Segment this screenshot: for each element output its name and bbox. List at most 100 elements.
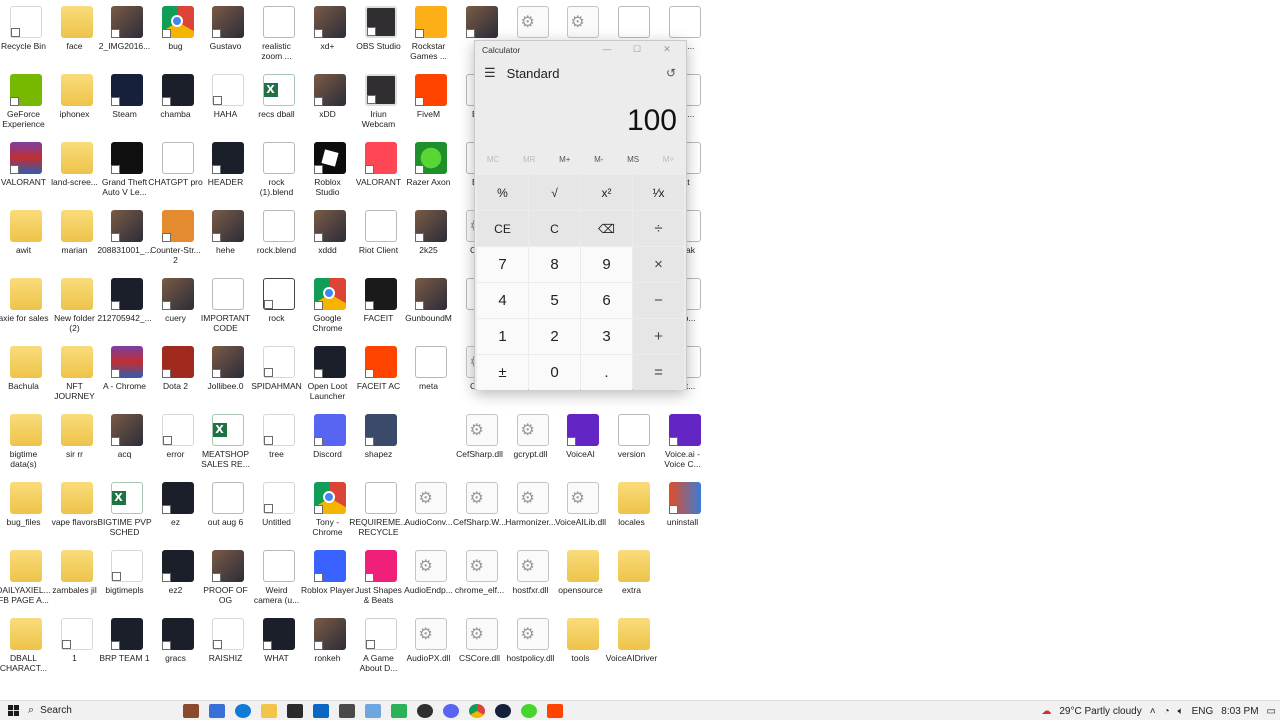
- desktop-icon[interactable]: REQUIREME... RECYCLE: [349, 478, 408, 544]
- desktop-icon[interactable]: recs dball: [253, 70, 304, 136]
- memory-button[interactable]: M+: [559, 155, 570, 164]
- desktop-icon[interactable]: VALORANT: [355, 138, 406, 204]
- calc-key[interactable]: 6: [581, 283, 632, 318]
- desktop-icon[interactable]: AudioPX.dll: [405, 614, 456, 680]
- desktop-icon[interactable]: hostfxr.dll: [507, 546, 558, 612]
- desktop-icon[interactable]: Iriun Webcam: [355, 70, 406, 136]
- calc-key[interactable]: 3: [581, 319, 632, 354]
- desktop-icon[interactable]: Jollibee.0: [202, 342, 253, 408]
- desktop-icon[interactable]: ez: [152, 478, 203, 544]
- desktop-icon[interactable]: CefSharp.W...: [453, 478, 507, 544]
- desktop-icon[interactable]: Gustavo: [202, 2, 253, 68]
- desktop-icon[interactable]: Harmonizer...: [505, 478, 558, 544]
- desktop-icon[interactable]: gcrypt.dll: [507, 410, 558, 476]
- calc-key[interactable]: +: [633, 319, 684, 354]
- chrome-icon[interactable]: [469, 703, 485, 718]
- desktop-icon[interactable]: DBALL CHARACT...: [0, 614, 51, 680]
- store-icon[interactable]: [287, 703, 303, 718]
- desktop-icon[interactable]: PROOF OF OG: [202, 546, 253, 612]
- desktop-icon[interactable]: xd+: [304, 2, 355, 68]
- calc-key[interactable]: ×: [633, 247, 684, 282]
- desktop-icon[interactable]: Recycle Bin: [0, 2, 51, 68]
- start-button[interactable]: [4, 701, 22, 721]
- notification-icon[interactable]: ▭: [1267, 706, 1276, 717]
- desktop-icon[interactable]: acq: [101, 410, 152, 476]
- desktop-icon[interactable]: VoiceAI: [557, 410, 608, 476]
- desktop-icon[interactable]: tree: [253, 410, 304, 476]
- desktop-icon[interactable]: rock (1).blend: [253, 138, 304, 204]
- weather-text[interactable]: 29°C Partly cloudy: [1059, 706, 1141, 717]
- obs-icon[interactable]: [417, 703, 433, 718]
- desktop-icon[interactable]: extra: [608, 546, 659, 612]
- calc-key[interactable]: −: [633, 283, 684, 318]
- calc-key[interactable]: CE: [477, 211, 528, 246]
- desktop-icon[interactable]: Riot Client: [355, 206, 406, 272]
- desktop-icon[interactable]: uninstall: [659, 478, 710, 544]
- desktop-icon[interactable]: rock.blend: [253, 206, 304, 272]
- desktop-icon[interactable]: Tony - Chrome: [304, 478, 355, 544]
- desktop-icon[interactable]: HEADER: [202, 138, 253, 204]
- taskbar-search[interactable]: ⌕ Search: [28, 701, 178, 721]
- desktop-icon[interactable]: AudioConv...: [404, 478, 456, 544]
- desktop-icon[interactable]: 208831001_...: [97, 206, 152, 272]
- calc-key[interactable]: 2: [529, 319, 580, 354]
- calculator-titlebar[interactable]: Calculator — ☐ ✕: [475, 41, 686, 58]
- desktop-icon[interactable]: locales: [608, 478, 659, 544]
- desktop-icon[interactable]: Discord: [304, 410, 355, 476]
- clock[interactable]: 8:03 PM: [1221, 706, 1258, 717]
- calc-key[interactable]: =: [633, 355, 684, 390]
- fivem-icon[interactable]: [547, 703, 563, 718]
- calc-key[interactable]: x²: [581, 175, 632, 210]
- history-icon[interactable]: ↺: [666, 66, 676, 80]
- memory-button[interactable]: MS: [627, 155, 639, 164]
- calc-key[interactable]: 8: [529, 247, 580, 282]
- desktop-icon[interactable]: IMPORTANT CODE: [201, 274, 253, 340]
- desktop-icon[interactable]: out aug 6: [202, 478, 253, 544]
- razer-icon[interactable]: [521, 703, 537, 718]
- desktop-icon[interactable]: ronkeh: [304, 614, 355, 680]
- desktop-icon[interactable]: awit: [0, 206, 51, 272]
- desktop-icon[interactable]: Grand Theft Auto V Le...: [101, 138, 152, 204]
- desktop-icon[interactable]: tools: [557, 614, 608, 680]
- desktop-icon[interactable]: Voice.ai - Voice C...: [659, 410, 710, 476]
- taskbar-app-icon[interactable]: [183, 703, 199, 718]
- desktop-icon[interactable]: Untitled: [253, 478, 304, 544]
- desktop-icon[interactable]: FACEIT AC: [355, 342, 406, 408]
- memory-button[interactable]: MC: [487, 155, 499, 164]
- desktop-icon[interactable]: Google Chrome: [304, 274, 355, 340]
- desktop-icon[interactable]: VALORANT: [0, 138, 51, 204]
- desktop-icon[interactable]: CHATGPT pro: [148, 138, 203, 204]
- desktop-icon[interactable]: chrome_elf...: [455, 546, 507, 612]
- desktop-icon[interactable]: VoiceAIDriver: [606, 614, 659, 680]
- calc-key[interactable]: ÷: [633, 211, 684, 246]
- desktop-icon[interactable]: Roblox Studio: [304, 138, 355, 204]
- desktop-icon[interactable]: xDD: [304, 70, 355, 136]
- desktop-icon[interactable]: Rockstar Games ...: [405, 2, 456, 68]
- desktop-icon[interactable]: Dota 2: [152, 342, 203, 408]
- minimize-button[interactable]: —: [592, 41, 622, 58]
- mail-icon[interactable]: [313, 703, 329, 718]
- calc-key[interactable]: 7: [477, 247, 528, 282]
- desktop-icon[interactable]: 2_IMG2016...: [99, 2, 152, 68]
- desktop-icon[interactable]: Open Loot Launcher: [304, 342, 355, 408]
- desktop-icon[interactable]: bug: [152, 2, 203, 68]
- calc-key[interactable]: √: [529, 175, 580, 210]
- desktop-icon[interactable]: VoiceAILib.dll: [555, 478, 608, 544]
- desktop-icon[interactable]: CSCore.dll: [456, 614, 507, 680]
- calculator-taskbar-icon[interactable]: [339, 703, 355, 718]
- desktop-icon[interactable]: face: [51, 2, 102, 68]
- volume-icon[interactable]: 🔈︎: [1178, 706, 1184, 717]
- memory-button[interactable]: M-: [594, 155, 603, 164]
- desktop-icon[interactable]: Razer Axon: [405, 138, 456, 204]
- language-indicator[interactable]: ENG: [1192, 706, 1214, 717]
- desktop-icon[interactable]: 212705942_...: [97, 274, 152, 340]
- desktop-icon[interactable]: 2k25: [405, 206, 456, 272]
- desktop-icon[interactable]: New folder (2): [51, 274, 102, 340]
- desktop-icon[interactable]: GeForce Experience: [0, 70, 51, 136]
- desktop-icon[interactable]: 1: [51, 614, 102, 680]
- edge-icon[interactable]: [235, 703, 251, 718]
- menu-icon[interactable]: ☰: [484, 65, 496, 81]
- desktop-icon[interactable]: WHAT: [253, 614, 304, 680]
- desktop-icon[interactable]: chamba: [152, 70, 203, 136]
- desktop-icon[interactable]: A - Chrome: [101, 342, 152, 408]
